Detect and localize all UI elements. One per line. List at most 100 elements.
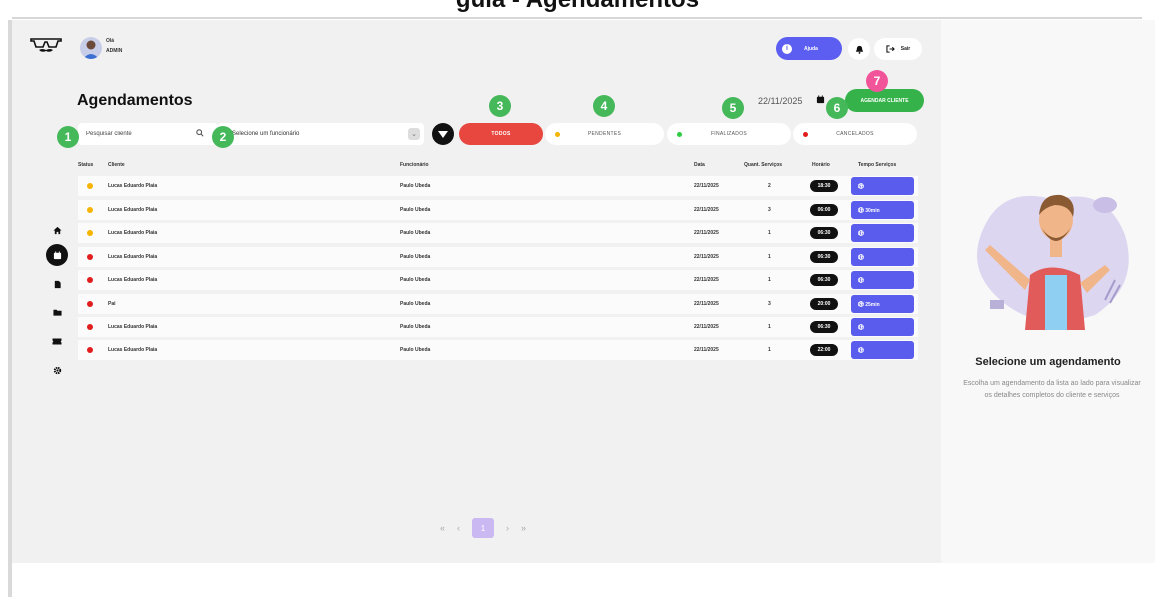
table-row[interactable]: Pai Paulo Ubeda 22/11/2025 3 20:00 2h 25min xyxy=(78,294,918,314)
tab-finished[interactable]: FINALIZADOS xyxy=(667,123,791,145)
nav-tickets[interactable] xyxy=(46,330,68,352)
row-client: Pai xyxy=(108,301,116,307)
guide-badge-2: 2 xyxy=(212,126,234,148)
tab-pending[interactable]: PENDENTES xyxy=(545,123,664,145)
row-client: Lucas Eduardo Plaia xyxy=(108,324,158,330)
logout-icon xyxy=(886,45,895,53)
tab-all-label: TODOS xyxy=(491,131,511,137)
next-page-button[interactable]: › xyxy=(506,523,509,533)
row-client: Lucas Eduardo Plaia xyxy=(108,347,158,353)
notifications-button[interactable] xyxy=(848,38,870,60)
help-button[interactable]: i Ajuda xyxy=(776,37,842,60)
nav-documents[interactable] xyxy=(46,273,68,295)
row-qty: 1 xyxy=(768,347,771,353)
logout-label: Sair xyxy=(900,46,911,52)
current-date: 22/11/2025 xyxy=(758,96,803,106)
row-date: 22/11/2025 xyxy=(694,277,719,283)
tab-all[interactable]: TODOS xyxy=(459,123,543,145)
row-employee: Paulo Ubeda xyxy=(400,207,431,213)
row-duration-badge: 1h xyxy=(851,271,914,289)
row-duration: 1h xyxy=(858,231,864,237)
finished-dot-icon xyxy=(677,132,682,137)
row-qty: 1 xyxy=(768,277,771,283)
table-row[interactable]: Lucas Eduardo Plaia Paulo Ubeda 22/11/2025… xyxy=(78,317,918,337)
nav-folders[interactable] xyxy=(46,301,68,323)
tab-finished-label: FINALIZADOS xyxy=(710,131,748,137)
current-page-button[interactable]: 1 xyxy=(472,518,495,538)
table-row[interactable]: Lucas Eduardo Plaia Paulo Ubeda 22/11/2025… xyxy=(78,247,918,267)
row-duration: 2h 25min xyxy=(858,302,880,308)
search-input[interactable] xyxy=(86,131,196,137)
avatar[interactable] xyxy=(80,37,102,59)
barber-illustration-icon xyxy=(977,194,1129,330)
employee-select-value: Selecione um funcionário xyxy=(232,131,300,137)
guide-badge-5: 5 xyxy=(722,97,744,119)
table-row[interactable]: Lucas Eduardo Plaia Paulo Ubeda 22/11/2025… xyxy=(78,270,918,290)
gear-icon xyxy=(53,366,61,374)
col-duration: Tempo Serviços xyxy=(858,162,897,168)
prev-page-button[interactable]: ‹ xyxy=(457,523,460,533)
table-row[interactable]: Lucas Eduardo Plaia Paulo Ubeda 22/11/2025… xyxy=(78,340,918,360)
employee-select[interactable]: Selecione um funcionário ⌄ xyxy=(218,123,424,145)
col-qty: Quant. Serviços xyxy=(744,162,783,168)
row-hour: 22:00 xyxy=(810,344,838,356)
folder-icon xyxy=(52,309,62,316)
logout-button[interactable]: Sair xyxy=(874,38,922,60)
guide-badge-3: 3 xyxy=(489,95,511,117)
row-duration-badge: 1h xyxy=(851,224,914,242)
row-date: 22/11/2025 xyxy=(694,301,719,307)
status-dot-icon xyxy=(87,183,93,189)
col-employee: Funcionário xyxy=(400,162,429,168)
main-panel: Olá ADMIN i Ajuda Sair Agendamentos 22/1… xyxy=(12,20,941,563)
row-date: 22/11/2025 xyxy=(694,230,719,236)
schedule-client-button[interactable]: AGENDAR CLIENTE xyxy=(845,89,924,112)
table-header: Status Cliente Funcionário Data Quant. S… xyxy=(78,162,918,176)
ticket-icon xyxy=(52,338,62,344)
help-label: Ajuda xyxy=(804,45,818,52)
nav-calendar[interactable] xyxy=(46,244,68,266)
row-duration-badge: 1h xyxy=(851,341,914,359)
row-duration: 1h xyxy=(858,348,864,354)
guide-badge-1: 1 xyxy=(57,126,79,148)
nav-home[interactable] xyxy=(46,219,68,241)
top-divider xyxy=(12,17,1142,19)
row-duration-badge: 1h xyxy=(851,248,914,266)
row-duration: 1h xyxy=(858,278,864,284)
date-picker-button[interactable] xyxy=(816,95,825,107)
last-page-button[interactable]: » xyxy=(521,523,526,533)
table-row[interactable]: Lucas Eduardo Plaia Paulo Ubeda 22/11/2025… xyxy=(78,200,918,220)
row-qty: 3 xyxy=(768,301,771,307)
row-hour: 18:30 xyxy=(810,180,838,192)
glasses-mustache-logo-icon xyxy=(30,38,62,52)
first-page-button[interactable]: « xyxy=(440,523,445,533)
row-duration-badge: 2h 25min xyxy=(851,295,914,313)
row-employee: Paulo Ubeda xyxy=(400,230,431,236)
col-client: Cliente xyxy=(108,162,125,168)
row-qty: 2 xyxy=(768,183,771,189)
user-avatar-icon xyxy=(83,40,99,59)
nav-settings[interactable] xyxy=(46,359,68,381)
pending-dot-icon xyxy=(555,132,560,137)
search-field[interactable] xyxy=(78,123,218,145)
col-status: Status xyxy=(78,162,94,168)
guide-badge-6: 6 xyxy=(826,97,848,119)
row-duration-badge: 2h xyxy=(851,177,914,195)
calendar-icon xyxy=(53,250,61,259)
filter-button[interactable] xyxy=(432,123,454,145)
row-hour: 06:30 xyxy=(810,227,838,239)
row-date: 22/11/2025 xyxy=(694,324,719,330)
table-row[interactable]: Lucas Eduardo Plaia Paulo Ubeda 22/11/2025… xyxy=(78,176,918,196)
page-title: Agendamentos xyxy=(77,92,193,109)
cancelled-dot-icon xyxy=(803,132,808,137)
table-row[interactable]: Lucas Eduardo Plaia Paulo Ubeda 22/11/2025… xyxy=(78,223,918,243)
status-dot-icon xyxy=(87,230,93,236)
guide-badge-4: 4 xyxy=(593,95,615,117)
row-duration-badge: 1h xyxy=(851,318,914,336)
pagination: « ‹ 1 › » xyxy=(440,518,526,538)
tab-cancelled-label: CANCELADOS xyxy=(836,131,874,137)
tab-cancelled[interactable]: CANCELADOS xyxy=(793,123,917,145)
row-employee: Paulo Ubeda xyxy=(400,277,431,283)
bell-icon xyxy=(855,45,863,54)
row-qty: 1 xyxy=(768,324,771,330)
row-employee: Paulo Ubeda xyxy=(400,183,431,189)
